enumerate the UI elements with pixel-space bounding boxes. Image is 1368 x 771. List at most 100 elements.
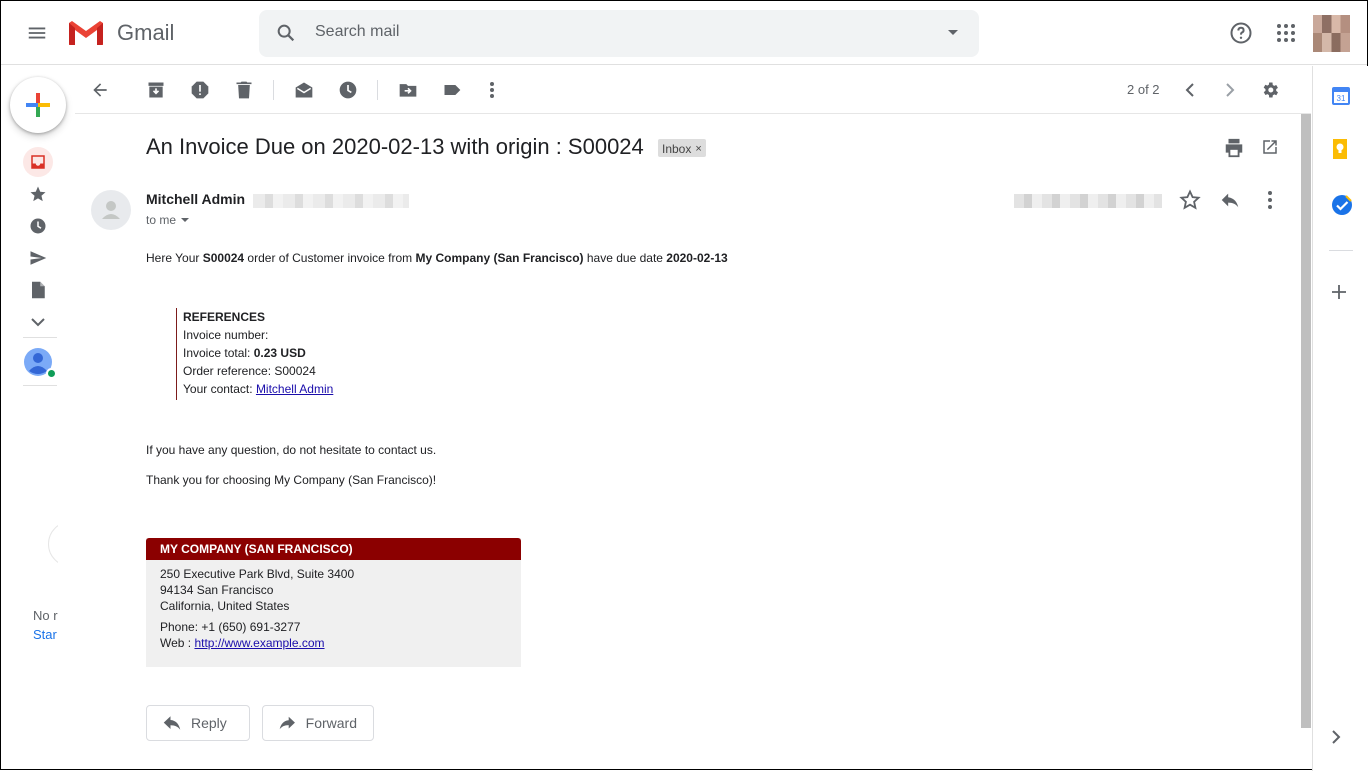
- toolbar-divider: [273, 80, 274, 100]
- gmail-m-icon: [69, 21, 103, 45]
- reply-arrow-icon: [163, 716, 181, 730]
- question-line: If you have any question, do not hesitat…: [146, 443, 437, 457]
- move-to-icon[interactable]: [396, 78, 420, 102]
- intro-mid: order of Customer invoice from: [244, 251, 416, 265]
- references-title: REFERENCES: [183, 310, 266, 324]
- email-subject: An Invoice Due on 2020-02-13 with origin…: [146, 134, 644, 159]
- apps-grid-icon[interactable]: [1275, 22, 1297, 44]
- address-line-3: California, United States: [160, 599, 290, 613]
- report-spam-icon[interactable]: [188, 78, 212, 102]
- arrow-back-icon[interactable]: [88, 78, 112, 102]
- more-vert-icon[interactable]: [480, 78, 504, 102]
- top-bar: Gmail Search mail: [1, 1, 1367, 65]
- search-input[interactable]: Search mail: [315, 23, 399, 41]
- nav-sent[interactable]: [23, 243, 53, 273]
- phone-line: Phone: +1 (650) 691-3277: [160, 620, 301, 634]
- website-link[interactable]: http://www.example.com: [194, 636, 324, 650]
- svg-text:31: 31: [1337, 94, 1346, 103]
- chevron-down-icon: [31, 318, 45, 327]
- compose-button[interactable]: [10, 77, 66, 133]
- default-person-icon: [102, 201, 120, 219]
- nav-drafts[interactable]: [23, 275, 53, 305]
- open-in-new-window-icon[interactable]: [1261, 138, 1279, 156]
- search-icon[interactable]: [275, 22, 297, 44]
- address-line-1: 250 Executive Park Blvd, Suite 3400: [160, 567, 355, 581]
- gear-icon[interactable]: [1258, 78, 1282, 102]
- intro-order: S00024: [202, 251, 245, 265]
- reply-button[interactable]: Reply: [146, 705, 250, 741]
- invoice-total-label: Invoice total:: [183, 346, 254, 360]
- hangouts-empty-text: No r: [33, 608, 58, 623]
- nav-more[interactable]: [23, 307, 53, 337]
- recipient-details-toggle[interactable]: to me: [146, 213, 190, 227]
- print-icon[interactable]: [1223, 137, 1245, 159]
- search-options-caret-icon[interactable]: [947, 29, 959, 37]
- thanks-line: Thank you for choosing My Company (San F…: [146, 473, 437, 487]
- message-date-redacted: [1014, 194, 1162, 208]
- intro-company: My Company (San Francisco): [415, 251, 584, 265]
- archive-icon[interactable]: [144, 78, 168, 102]
- sender-avatar[interactable]: [91, 190, 131, 230]
- label-text: Inbox: [662, 141, 692, 156]
- keep-bulb-icon[interactable]: [1331, 138, 1353, 160]
- reply-button-label: Reply: [191, 715, 227, 731]
- intro-prefix: Here Your: [146, 251, 203, 265]
- app-name: Gmail: [117, 20, 175, 45]
- tasks-check-icon[interactable]: [1331, 194, 1353, 216]
- clock-icon: [30, 218, 46, 234]
- message-more-vert-icon[interactable]: [1259, 189, 1281, 211]
- intro-suffix: have due date: [583, 251, 667, 265]
- expand-panel-chevron-icon[interactable]: [1331, 730, 1353, 752]
- invoice-number: Invoice number:: [183, 328, 269, 342]
- add-addon-plus-icon[interactable]: [1331, 284, 1353, 306]
- pagination-count: 2 of 2: [1127, 82, 1160, 97]
- account-avatar[interactable]: [1313, 15, 1350, 52]
- label-icon[interactable]: [440, 78, 464, 102]
- contact-label: Your contact:: [183, 382, 256, 396]
- nav-starred[interactable]: [23, 179, 53, 209]
- message-toolbar: 2 of 2: [75, 66, 1311, 114]
- recipient-text: to me: [146, 213, 177, 227]
- sender-name: Mitchell Admin: [146, 191, 246, 207]
- forward-button[interactable]: Forward: [262, 705, 374, 741]
- company-name-header: MY COMPANY (SAN FRANCISCO): [146, 538, 521, 560]
- web-label: Web :: [160, 636, 195, 650]
- references-block: REFERENCES Invoice number: Invoice total…: [176, 308, 333, 400]
- message-scrollbar[interactable]: [1301, 114, 1311, 728]
- invoice-total: Invoice total: 0.23 USD: [183, 344, 333, 362]
- search-bar[interactable]: Search mail: [259, 10, 979, 57]
- send-icon: [30, 251, 47, 265]
- hangouts-start-link[interactable]: Star: [33, 627, 58, 642]
- inbox-label-chip[interactable]: Inbox ×: [658, 139, 706, 157]
- draft-document-icon: [32, 281, 45, 299]
- web-line: Web : http://www.example.com: [160, 635, 507, 651]
- contact-link[interactable]: Mitchell Admin: [256, 382, 333, 396]
- nav-inbox[interactable]: [23, 147, 53, 177]
- address-line-2: 94134 San Francisco: [160, 583, 274, 597]
- contact-line: Your contact: Mitchell Admin: [183, 380, 333, 398]
- forward-button-label: Forward: [305, 715, 357, 731]
- sender-email-redacted: [253, 194, 409, 208]
- nav-snoozed[interactable]: [23, 211, 53, 241]
- compose-plus-icon: [26, 93, 50, 117]
- calendar-icon[interactable]: 31: [1331, 84, 1353, 106]
- trash-icon[interactable]: [232, 78, 256, 102]
- remove-label-button[interactable]: ×: [695, 143, 701, 155]
- help-icon[interactable]: [1229, 21, 1253, 45]
- chevron-right-icon[interactable]: [1218, 78, 1242, 102]
- star-outline-icon[interactable]: [1178, 188, 1202, 212]
- main-menu-button[interactable]: [23, 19, 51, 47]
- order-reference: Order reference: S00024: [183, 364, 316, 378]
- online-status-dot: [46, 368, 57, 379]
- reply-icon[interactable]: [1219, 189, 1241, 211]
- snooze-clock-icon[interactable]: [336, 78, 360, 102]
- inbox-icon: [31, 155, 45, 169]
- chevron-left-icon[interactable]: [1178, 78, 1202, 102]
- mark-unread-icon[interactable]: [292, 78, 316, 102]
- star-icon: [30, 186, 46, 202]
- rail-divider: [23, 337, 57, 338]
- hangouts-user[interactable]: [23, 347, 57, 379]
- side-panel: 31: [1312, 66, 1368, 771]
- invoice-total-value: 0.23 USD: [253, 346, 306, 360]
- gmail-logo[interactable]: Gmail: [67, 17, 174, 49]
